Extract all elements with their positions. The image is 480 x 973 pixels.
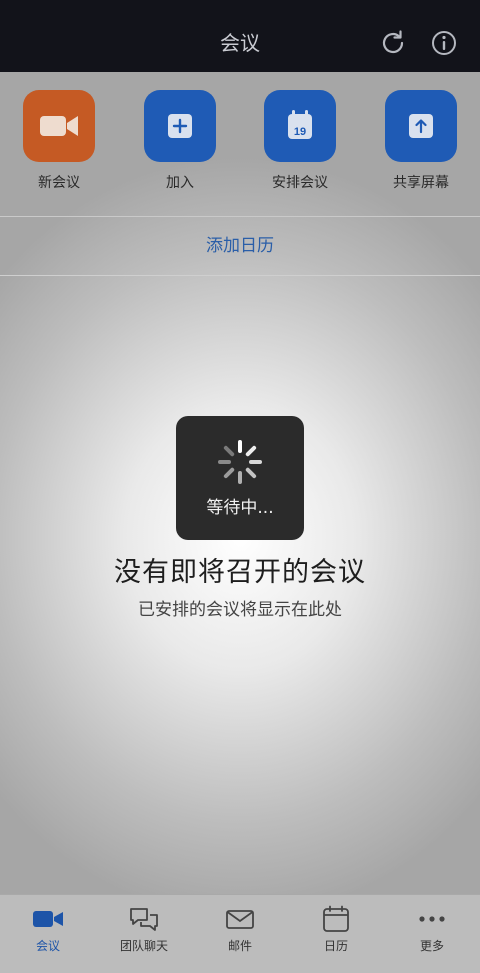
- new-meeting-button[interactable]: 新会议: [9, 90, 109, 192]
- tab-meetings[interactable]: 会议: [0, 895, 96, 973]
- calendar-icon: 19: [288, 110, 312, 139]
- refresh-button[interactable]: [378, 28, 408, 58]
- video-camera-icon: [40, 116, 78, 136]
- tab-label: 邮件: [227, 939, 252, 953]
- calendar-icon: [323, 905, 349, 932]
- add-calendar-link[interactable]: 添加日历: [0, 217, 480, 275]
- tab-team-chat[interactable]: 团队聊天: [96, 895, 192, 973]
- refresh-icon: [382, 30, 404, 54]
- video-camera-icon: [33, 911, 63, 927]
- share-screen-button[interactable]: 共享屏幕: [371, 90, 471, 192]
- share-screen-icon: [409, 114, 433, 138]
- new-meeting-label: 新会议: [38, 175, 80, 191]
- empty-state-title: 没有即将召开的会议: [114, 557, 366, 588]
- schedule-tile[interactable]: 19: [264, 90, 336, 162]
- divider: [0, 275, 480, 276]
- quick-actions: 新会议 加入 19 安排会议 共享屏幕: [0, 72, 480, 216]
- chat-bubbles-icon: [130, 908, 158, 931]
- share-screen-tile[interactable]: [385, 90, 457, 162]
- bottom-tab-bar: 会议 团队聊天 邮件 日历 更多: [0, 894, 480, 973]
- loading-indicator: 等待中...: [176, 416, 304, 540]
- more-dots-icon: [419, 916, 445, 922]
- share-screen-label: 共享屏幕: [393, 175, 449, 191]
- tab-calendar[interactable]: 日历: [288, 895, 384, 973]
- join-label: 加入: [166, 175, 194, 191]
- loading-text: 等待中...: [206, 498, 274, 518]
- new-meeting-tile[interactable]: [23, 90, 95, 162]
- info-icon: [432, 31, 456, 55]
- svg-text:19: 19: [294, 126, 306, 138]
- top-bar: 会议: [0, 0, 480, 72]
- tab-more[interactable]: 更多: [384, 895, 480, 973]
- meetings-screen: 新会议 加入 19 安排会议 共享屏幕 添加日历 等待中... 没有即将召开的会…: [0, 72, 480, 894]
- join-button[interactable]: 加入: [130, 90, 230, 192]
- tab-label: 日历: [323, 939, 348, 953]
- spinner-icon: [218, 440, 262, 484]
- join-tile[interactable]: [144, 90, 216, 162]
- empty-state-subtitle: 已安排的会议将显示在此处: [138, 600, 342, 620]
- tab-mail[interactable]: 邮件: [192, 895, 288, 973]
- info-button[interactable]: [429, 28, 459, 58]
- tab-label: 更多: [419, 939, 444, 953]
- plus-icon: [168, 114, 192, 138]
- tab-label: 会议: [35, 939, 60, 953]
- mail-icon: [226, 910, 254, 929]
- schedule-button[interactable]: 19 安排会议: [250, 90, 350, 192]
- schedule-label: 安排会议: [272, 175, 328, 191]
- tab-label: 团队聊天: [119, 939, 168, 953]
